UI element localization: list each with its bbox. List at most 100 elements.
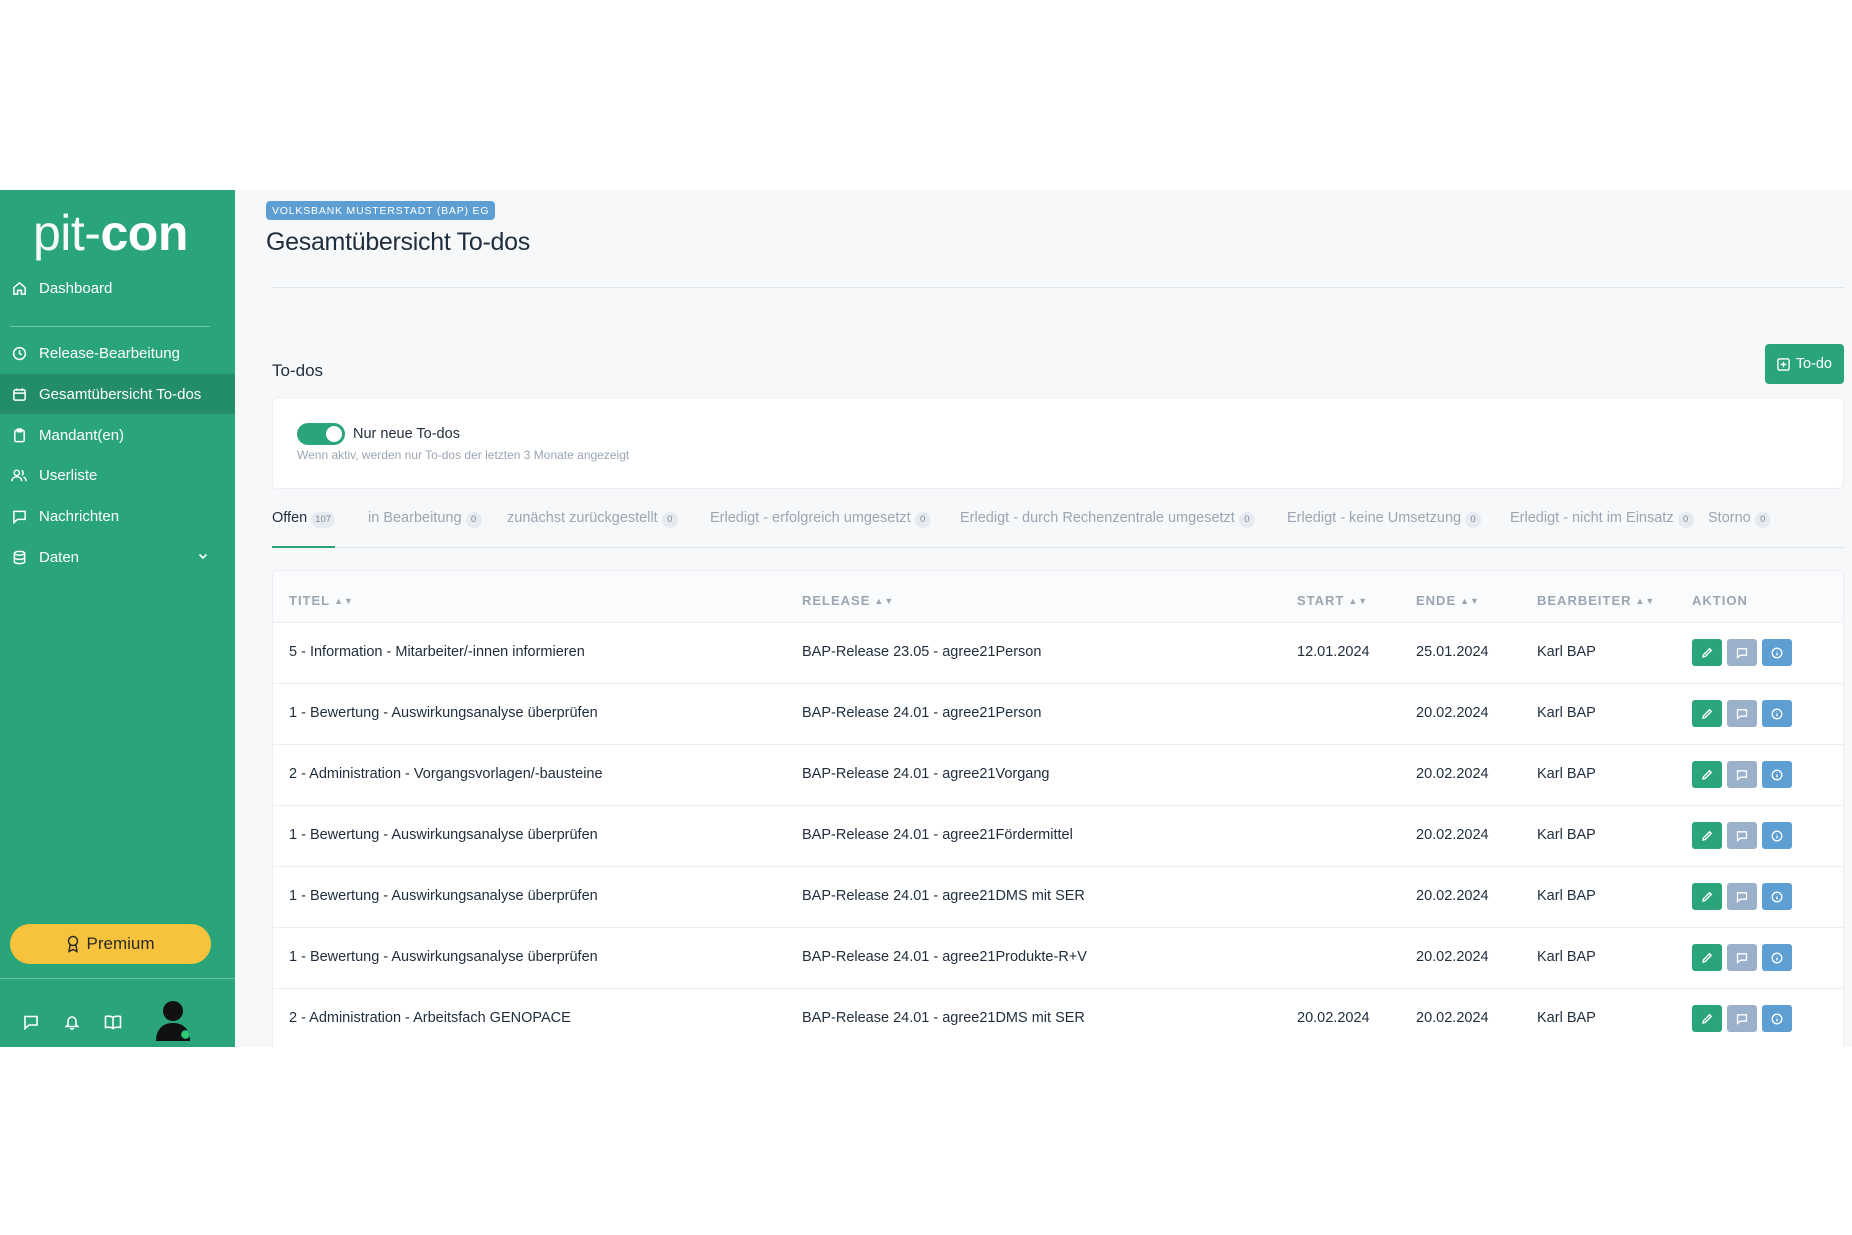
book-icon[interactable] xyxy=(103,1012,123,1032)
info-icon xyxy=(1771,1013,1783,1025)
info-button[interactable] xyxy=(1762,1005,1792,1032)
edit-button[interactable] xyxy=(1692,700,1722,727)
info-icon xyxy=(1771,769,1783,781)
sort-icon: ▲▼ xyxy=(1635,595,1656,606)
tab-label: zunächst zurückgestellt xyxy=(507,510,658,526)
sidebar-item-label: Nachrichten xyxy=(39,507,120,525)
column-header-release[interactable]: RELEASE ▲▼ xyxy=(802,593,894,608)
add-todo-label: To-do xyxy=(1795,356,1832,372)
edit-button[interactable] xyxy=(1692,639,1722,666)
tab-erledigt-rechenzentrale[interactable]: Erledigt - durch Rechenzentrale umgesetz… xyxy=(960,510,1255,548)
tab-in-bearbeitung[interactable]: in Bearbeitung 0 xyxy=(368,510,482,548)
tab-storno[interactable]: Storno 0 xyxy=(1708,510,1771,548)
app-window: pit-con Dashboard Release-Bearbeitung Ge… xyxy=(0,190,1852,1047)
message-icon xyxy=(1736,769,1748,781)
add-todo-button[interactable]: To-do xyxy=(1764,344,1844,384)
tab-label: in Bearbeitung xyxy=(368,510,462,526)
message-icon[interactable] xyxy=(21,1012,41,1032)
sidebar-item-mandanten[interactable]: Mandant(en) xyxy=(0,415,235,455)
message-icon xyxy=(1736,647,1748,659)
sidebar-item-userliste[interactable]: Userliste xyxy=(0,455,235,495)
column-header-label: START xyxy=(1297,593,1345,608)
toggle-knob xyxy=(326,426,342,442)
info-icon xyxy=(1771,647,1783,659)
pencil-icon xyxy=(1701,1013,1713,1025)
comment-button[interactable] xyxy=(1727,761,1757,788)
column-header-bearbeiter[interactable]: BEARBEITER ▲▼ xyxy=(1537,593,1655,608)
database-icon xyxy=(11,549,27,565)
column-header-label: RELEASE xyxy=(802,593,871,608)
clock-icon xyxy=(11,345,27,361)
comment-button[interactable] xyxy=(1727,822,1757,849)
sidebar-item-label: Release-Bearbeitung xyxy=(39,344,180,362)
tab-label: Erledigt - nicht im Einsatz xyxy=(1510,510,1674,526)
sidebar-item-nachrichten[interactable]: Nachrichten xyxy=(0,496,235,536)
tab-count: 0 xyxy=(661,512,678,528)
comment-button[interactable] xyxy=(1727,639,1757,666)
table-row: 2 - Administration - Arbeitsfach GENOPAC… xyxy=(273,989,1843,1047)
cell-titel: 2 - Administration - Vorgangsvorlagen/-b… xyxy=(289,766,603,782)
bell-icon[interactable] xyxy=(62,1012,82,1032)
info-button[interactable] xyxy=(1762,944,1792,971)
edit-button[interactable] xyxy=(1692,883,1722,910)
page-title: Gesamtübersicht To-dos xyxy=(266,228,530,256)
tab-offen[interactable]: Offen 107 xyxy=(272,510,336,548)
tab-zurueckgestellt[interactable]: zunächst zurückgestellt 0 xyxy=(507,510,678,548)
info-icon xyxy=(1771,708,1783,720)
cell-release: BAP-Release 24.01 - agree21Person xyxy=(802,705,1042,721)
column-header-start[interactable]: START ▲▼ xyxy=(1297,593,1368,608)
info-button[interactable] xyxy=(1762,883,1792,910)
comment-button[interactable] xyxy=(1727,700,1757,727)
toggle-label: Nur neue To-dos xyxy=(353,426,460,442)
cell-titel: 5 - Information - Mitarbeiter/-innen inf… xyxy=(289,644,585,660)
sidebar-item-dashboard[interactable]: Dashboard xyxy=(0,268,235,308)
sort-icon: ▲▼ xyxy=(1348,595,1369,606)
cell-ende: 20.02.2024 xyxy=(1416,949,1489,965)
table-row: 1 - Bewertung - Auswirkungsanalyse überp… xyxy=(273,684,1843,745)
tab-count: 0 xyxy=(1465,512,1482,528)
comment-button[interactable] xyxy=(1727,944,1757,971)
edit-button[interactable] xyxy=(1692,1005,1722,1032)
cell-bearbeiter: Karl BAP xyxy=(1537,1010,1596,1026)
premium-button[interactable]: Premium xyxy=(10,924,211,964)
tab-erledigt-nicht-im-einsatz[interactable]: Erledigt - nicht im Einsatz 0 xyxy=(1510,510,1694,548)
comment-button[interactable] xyxy=(1727,883,1757,910)
cell-ende: 20.02.2024 xyxy=(1416,888,1489,904)
edit-button[interactable] xyxy=(1692,761,1722,788)
info-button[interactable] xyxy=(1762,639,1792,666)
pencil-icon xyxy=(1701,769,1713,781)
comment-button[interactable] xyxy=(1727,1005,1757,1032)
info-button[interactable] xyxy=(1762,761,1792,788)
organization-badge: VOLKSBANK MUSTERSTADT (BAP) EG xyxy=(266,201,496,220)
column-header-ende[interactable]: ENDE ▲▼ xyxy=(1416,593,1480,608)
sidebar-item-gesamtuebersicht[interactable]: Gesamtübersicht To-dos xyxy=(0,374,235,414)
cell-titel: 2 - Administration - Arbeitsfach GENOPAC… xyxy=(289,1010,571,1026)
info-button[interactable] xyxy=(1762,700,1792,727)
sidebar-divider xyxy=(10,326,210,327)
new-todos-toggle[interactable] xyxy=(297,423,345,445)
edit-button[interactable] xyxy=(1692,822,1722,849)
cell-titel: 1 - Bewertung - Auswirkungsanalyse überp… xyxy=(289,705,598,721)
info-button[interactable] xyxy=(1762,822,1792,849)
section-title: To-dos xyxy=(272,361,324,380)
premium-label: Premium xyxy=(86,934,155,953)
pencil-icon xyxy=(1701,830,1713,842)
table-row: 2 - Administration - Vorgangsvorlagen/-b… xyxy=(273,745,1843,806)
tab-erledigt-erfolgreich[interactable]: Erledigt - erfolgreich umgesetzt 0 xyxy=(710,510,931,548)
tab-erledigt-keine-umsetzung[interactable]: Erledigt - keine Umsetzung 0 xyxy=(1287,510,1482,548)
message-icon xyxy=(1736,952,1748,964)
pencil-icon xyxy=(1701,891,1713,903)
sidebar-item-label: Daten xyxy=(39,548,80,566)
message-icon xyxy=(1736,708,1748,720)
column-header-titel[interactable]: TITEL ▲▼ xyxy=(289,593,354,608)
cell-start: 12.01.2024 xyxy=(1297,644,1370,660)
edit-button[interactable] xyxy=(1692,944,1722,971)
table-row: 1 - Bewertung - Auswirkungsanalyse überp… xyxy=(273,867,1843,928)
todo-table: TITEL ▲▼ RELEASE ▲▼ START ▲▼ ENDE ▲▼ BEARBEI… xyxy=(272,570,1844,1047)
tab-label: Erledigt - durch Rechenzentrale umgesetz… xyxy=(960,510,1235,526)
avatar[interactable] xyxy=(153,999,193,1041)
sidebar-item-daten[interactable]: Daten xyxy=(0,537,235,577)
cell-bearbeiter: Karl BAP xyxy=(1537,827,1596,843)
chevron-down-icon[interactable] xyxy=(197,549,209,566)
sidebar-item-release-bearbeitung[interactable]: Release-Bearbeitung xyxy=(0,333,235,373)
